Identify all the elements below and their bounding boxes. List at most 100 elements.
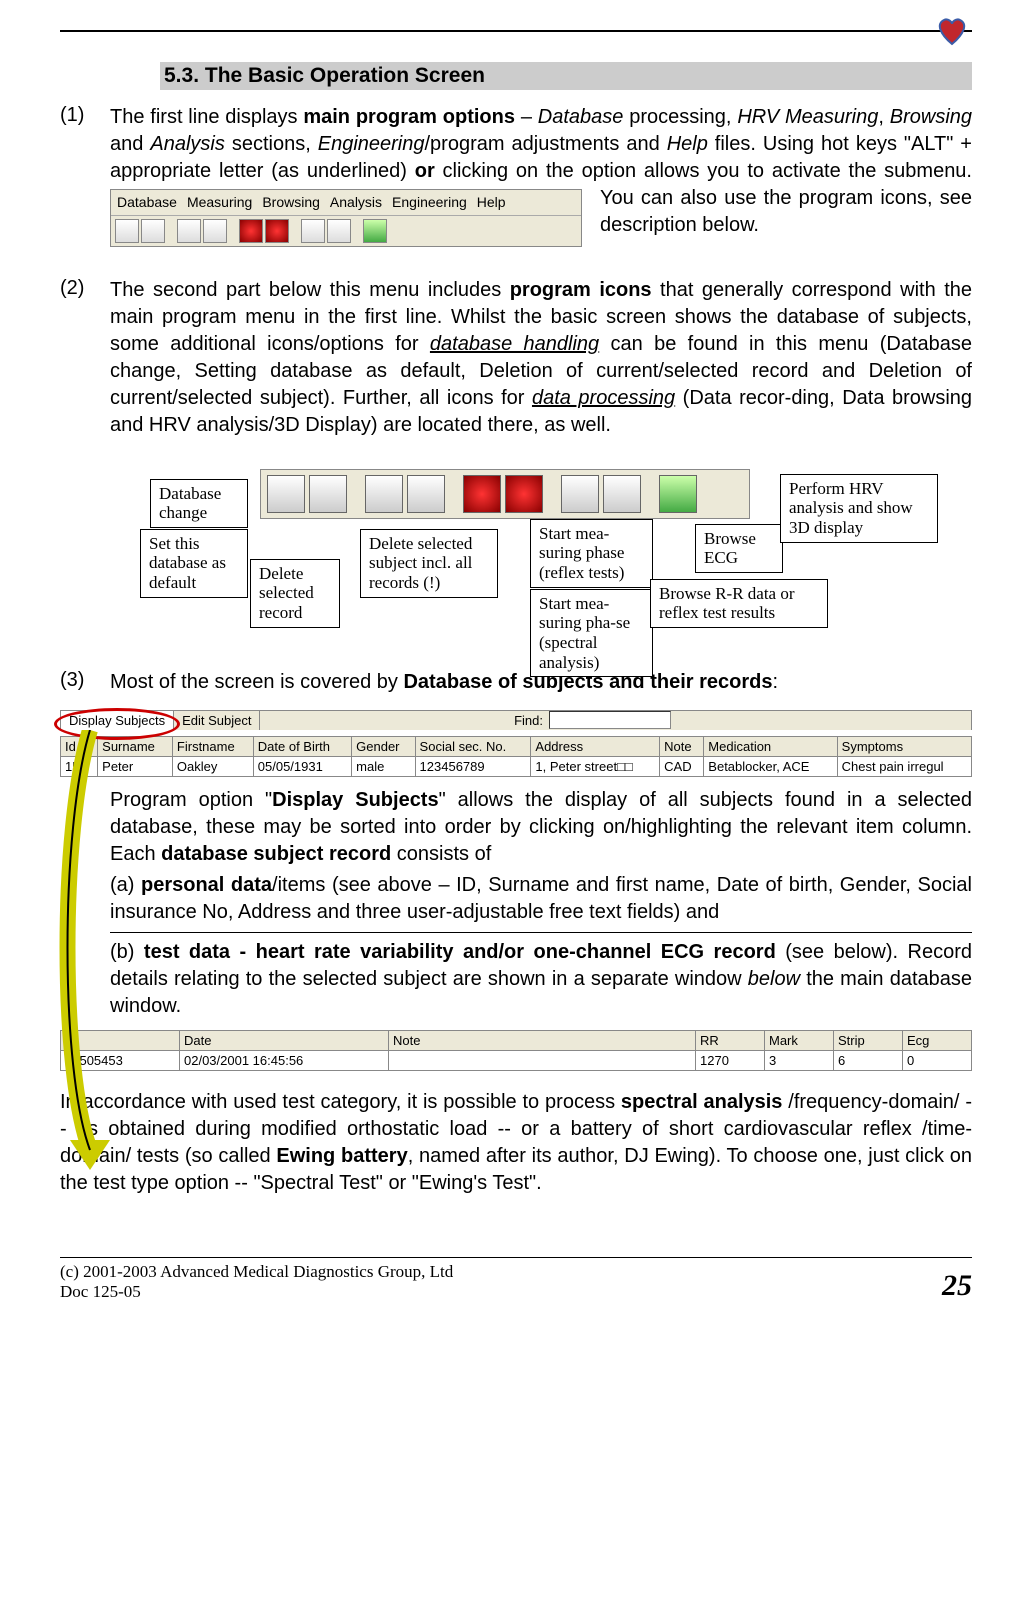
cell: 123456789 <box>415 756 531 776</box>
s1-t5: consists of <box>391 843 491 865</box>
cell: 0 <box>903 1050 972 1070</box>
tabs-row: Display Subjects Edit Subject Find: <box>60 710 972 730</box>
p1-t14: Help <box>667 133 708 155</box>
b-t2: spectral analysis <box>621 1091 783 1113</box>
p2-t4: database handling <box>430 333 599 355</box>
cell: Betablocker, ACE <box>704 756 837 776</box>
menu-help[interactable]: Help <box>477 193 506 212</box>
delete-record-icon[interactable] <box>365 475 403 513</box>
heart-icon[interactable] <box>265 219 289 243</box>
sub-para-intro: Program option "Display Subjects" allows… <box>110 787 972 868</box>
p1-t9: and <box>110 133 150 155</box>
callout-del-record: Delete selected record <box>250 559 340 628</box>
footer-copyright: (c) 2001-2003 Advanced Medical Diagnosti… <box>60 1262 453 1282</box>
col-note[interactable]: Note <box>660 736 704 756</box>
cell: Chest pain irregul <box>837 756 971 776</box>
menu-browsing[interactable]: Browsing <box>262 193 320 212</box>
cell: 1270 <box>696 1050 765 1070</box>
p1-t7: , <box>878 106 889 128</box>
sb-t3: below <box>748 968 800 990</box>
db-change-icon[interactable] <box>267 475 305 513</box>
toolbar-icon[interactable] <box>177 219 201 243</box>
p1-t8: Browsing <box>890 106 972 128</box>
sub-para-a: (a) personal data/items (see above – ID,… <box>110 872 972 926</box>
p1-t2: main program options <box>303 106 515 128</box>
measure-reflex-icon[interactable] <box>463 475 501 513</box>
hrv-analysis-icon[interactable] <box>659 475 697 513</box>
sa-t1: personal data <box>141 874 272 896</box>
col-mark[interactable]: Mark <box>765 1030 834 1050</box>
browse-ecg-icon[interactable] <box>603 475 641 513</box>
col-note2[interactable]: Note <box>389 1030 696 1050</box>
tab-edit-subject[interactable]: Edit Subject <box>174 711 260 730</box>
p1-t3: – <box>515 106 538 128</box>
bottom-paragraph: In accordance with used test category, i… <box>60 1089 972 1197</box>
col-gender[interactable]: Gender <box>352 736 415 756</box>
cell <box>389 1050 696 1070</box>
find-input[interactable] <box>549 711 671 729</box>
cell: Oakley <box>172 756 253 776</box>
tab-display-subjects[interactable]: Display Subjects <box>61 711 174 730</box>
callout-db-change: Database change <box>150 479 248 528</box>
find-label: Find: <box>508 711 549 730</box>
p1-t16: or <box>415 160 435 182</box>
callout-measure-reflex: Start mea-suring phase (reflex tests) <box>530 519 653 588</box>
db-default-icon[interactable] <box>309 475 347 513</box>
s1-t1: Program option " <box>110 789 272 811</box>
toolbar-icon[interactable] <box>115 219 139 243</box>
callout-db-default: Set this database as default <box>140 529 248 598</box>
analysis-icon[interactable] <box>363 219 387 243</box>
p1-t1: The first line displays <box>110 106 303 128</box>
para1-num: (1) <box>60 104 110 257</box>
footer-left: (c) 2001-2003 Advanced Medical Diagnosti… <box>60 1262 453 1303</box>
sub-para-b: (b) test data - heart rate variability a… <box>110 939 972 1020</box>
footer: (c) 2001-2003 Advanced Medical Diagnosti… <box>60 1257 972 1303</box>
col-date[interactable]: Date <box>180 1030 389 1050</box>
col-ecg[interactable]: Ecg <box>903 1030 972 1050</box>
p1-t13: /program adjustments and <box>425 133 667 155</box>
menu-analysis[interactable]: Analysis <box>330 193 382 212</box>
toolbar-icon[interactable] <box>327 219 351 243</box>
menu-database[interactable]: Database <box>117 193 177 212</box>
col-address[interactable]: Address <box>531 736 660 756</box>
col-ssn[interactable]: Social sec. No. <box>415 736 531 756</box>
subjects-table-figure: Display Subjects Edit Subject Find: Id S… <box>60 710 972 777</box>
col-rr[interactable]: RR <box>696 1030 765 1050</box>
curved-arrow-icon <box>50 730 130 1170</box>
table-row[interactable]: 153 Peter Oakley 05/05/1931 male 1234567… <box>61 756 972 776</box>
section-heading: 5.3. The Basic Operation Screen <box>160 62 972 90</box>
measure-spectral-icon[interactable] <box>505 475 543 513</box>
delete-subject-icon[interactable] <box>407 475 445 513</box>
p1-t11: sections, <box>225 133 318 155</box>
menu-engineering[interactable]: Engineering <box>392 193 467 212</box>
toolbar-icon[interactable] <box>301 219 325 243</box>
toolbar-icon[interactable] <box>141 219 165 243</box>
callout-hrv: Perform HRV analysis and show 3D display <box>780 474 938 543</box>
col-dob[interactable]: Date of Birth <box>253 736 351 756</box>
p1-t6: HRV Measuring <box>737 106 878 128</box>
menu-measuring[interactable]: Measuring <box>187 193 252 212</box>
small-toolbar <box>111 216 581 246</box>
cell: 6 <box>834 1050 903 1070</box>
p1-t12: Engineering <box>318 133 425 155</box>
p1-t10: Analysis <box>150 133 224 155</box>
heart-icon[interactable] <box>239 219 263 243</box>
cell: 02/03/2001 16:45:56 <box>180 1050 389 1070</box>
col-symptoms[interactable]: Symptoms <box>837 736 971 756</box>
col-medication[interactable]: Medication <box>704 736 837 756</box>
section-number: 5.3. <box>164 64 199 87</box>
browse-rr-icon[interactable] <box>561 475 599 513</box>
callout-del-subject: Delete selected subject incl. all record… <box>360 529 498 598</box>
top-rule <box>60 30 972 32</box>
callout-measure-spectral: Start mea-suring pha-se (spectral analys… <box>530 589 653 677</box>
p1-t5: processing, <box>623 106 737 128</box>
toolbar-icon[interactable] <box>203 219 227 243</box>
col-firstname[interactable]: Firstname <box>172 736 253 756</box>
col-strip[interactable]: Strip <box>834 1030 903 1050</box>
callout-browse-ecg: Browse ECG <box>695 524 783 573</box>
table-row[interactable]: 30505453 02/03/2001 16:45:56 1270 3 6 0 <box>61 1050 972 1070</box>
sb-t1: test data - heart rate variability and/o… <box>144 941 776 963</box>
b-t4: Ewing battery <box>276 1145 407 1167</box>
paragraph-1: (1) The first line displays main program… <box>60 104 972 257</box>
menubar: Database Measuring Browsing Analysis Eng… <box>111 190 581 216</box>
